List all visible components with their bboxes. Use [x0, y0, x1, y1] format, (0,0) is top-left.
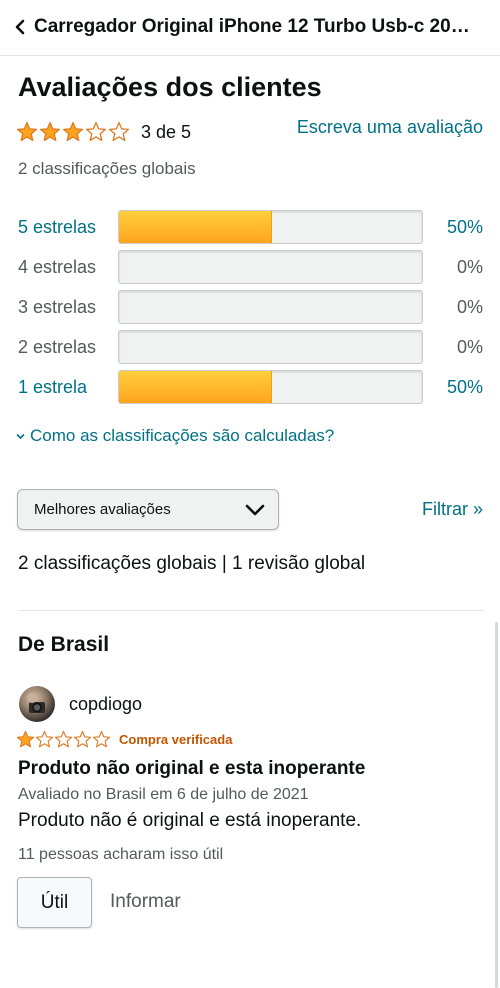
histogram-percent: 50% — [446, 217, 483, 237]
review-date: Avaliado no Brasil em 6 de julho de 2021 — [18, 786, 309, 803]
helpful-button[interactable]: Útil — [17, 877, 92, 928]
write-review-link[interactable]: Escreva uma avaliação — [297, 117, 483, 138]
histogram-bar-fill — [119, 371, 272, 403]
review-body: Produto não é original e está inoperante… — [18, 810, 362, 831]
review-title[interactable]: Produto não original e esta inoperante — [18, 758, 365, 780]
histogram-row-1[interactable]: 1 estrela 50% — [0, 370, 500, 406]
helpful-count: 11 pessoas acharam isso útil — [18, 846, 224, 863]
top-bar: Carregador Original iPhone 12 Turbo Usb-… — [0, 0, 500, 56]
review-star-rating — [16, 730, 111, 749]
star-empty-icon — [92, 730, 111, 748]
ratings-summary: 2 classificações globais | 1 revisão glo… — [18, 553, 366, 574]
verified-purchase-badge: Compra verificada — [119, 732, 233, 747]
star-empty-icon — [109, 122, 129, 142]
global-ratings-count: 2 classificações globais — [18, 159, 196, 178]
histogram-bar — [118, 290, 423, 324]
histogram-percent: 0% — [456, 257, 483, 277]
star-filled-icon — [16, 730, 35, 748]
histogram-percent: 50% — [446, 377, 483, 397]
star-empty-icon — [35, 730, 54, 748]
average-rating: 3 de 5 — [16, 120, 191, 144]
star-filled-icon — [40, 122, 60, 142]
histogram-label: 2 estrelas — [18, 337, 97, 357]
average-star-rating — [16, 121, 131, 143]
star-empty-icon — [86, 122, 106, 142]
page-title: Carregador Original iPhone 12 Turbo Usb-… — [34, 16, 484, 37]
how-ratings-calculated-text: Como as classificações são calculadas? — [30, 426, 335, 445]
star-filled-icon — [17, 122, 37, 142]
histogram-percent: 0% — [456, 337, 483, 357]
customer-reviews-heading: Avaliações dos clientes — [18, 72, 322, 102]
star-empty-icon — [73, 730, 92, 748]
histogram-label: 1 estrela — [18, 377, 88, 397]
report-link[interactable]: Informar — [110, 891, 181, 913]
how-ratings-calculated-link[interactable]: Como as classificações são calculadas? — [16, 426, 334, 446]
country-section-title: De Brasil — [18, 633, 110, 656]
filter-link[interactable]: Filtrar » — [422, 499, 483, 520]
histogram-row-4[interactable]: 4 estrelas 0% — [0, 250, 500, 286]
sort-dropdown[interactable]: Melhores avaliações — [17, 489, 279, 530]
histogram-row-3[interactable]: 3 estrelas 0% — [0, 290, 500, 326]
avatar — [19, 686, 55, 722]
scrollbar[interactable] — [495, 622, 498, 988]
histogram-bar-fill — [119, 211, 272, 243]
reviewer-name[interactable]: copdiogo — [69, 694, 142, 715]
histogram-row-5[interactable]: 5 estrelas 50% — [0, 210, 500, 246]
chevron-down-icon — [245, 503, 265, 522]
back-chevron-icon[interactable] — [14, 19, 26, 35]
histogram-bar — [118, 250, 423, 284]
histogram-row-2[interactable]: 2 estrelas 0% — [0, 330, 500, 366]
histogram-label: 5 estrelas — [18, 217, 97, 237]
histogram-percent: 0% — [456, 297, 483, 317]
histogram-bar — [118, 370, 423, 404]
sort-selected-value: Melhores avaliações — [34, 501, 171, 518]
histogram-bar — [118, 210, 423, 244]
avatar-photo-icon — [27, 693, 45, 713]
star-empty-icon — [54, 730, 73, 748]
histogram-label: 3 estrelas — [18, 297, 97, 317]
average-rating-text: 3 de 5 — [141, 121, 192, 142]
chevron-down-icon — [16, 433, 25, 439]
review-rating: Compra verificada — [16, 730, 232, 749]
histogram-bar — [118, 330, 423, 364]
histogram-label: 4 estrelas — [18, 257, 97, 277]
divider — [18, 610, 484, 611]
star-filled-icon — [63, 122, 83, 142]
